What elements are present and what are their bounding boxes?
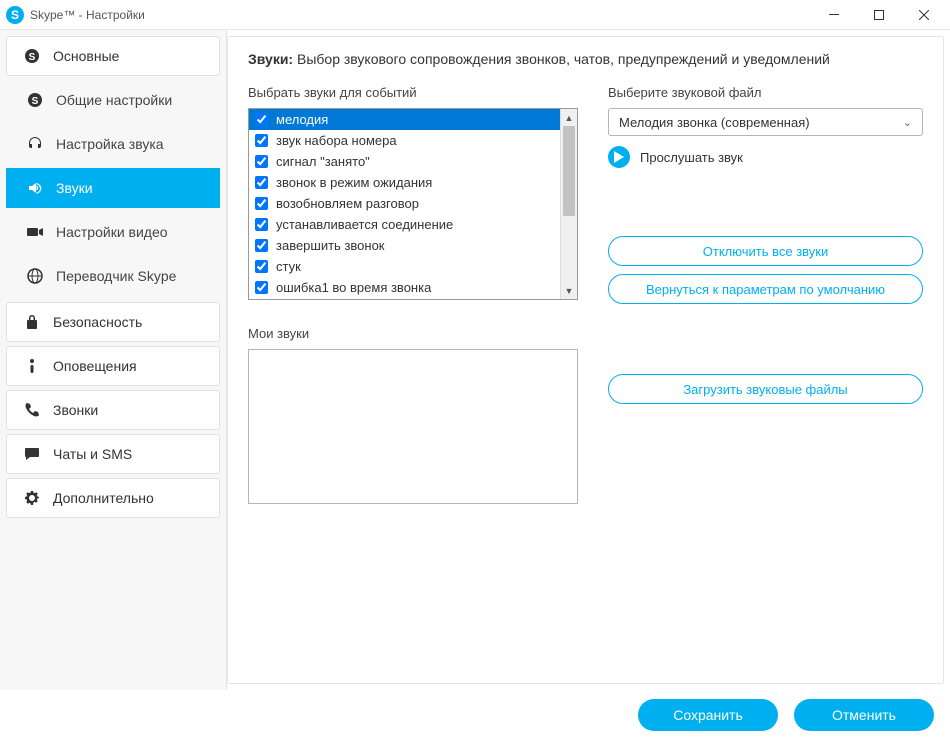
- event-checkbox[interactable]: [255, 218, 268, 231]
- event-label: стук: [276, 259, 301, 274]
- sidebar-item-label: Переводчик Skype: [56, 268, 176, 284]
- upload-sounds-button[interactable]: Загрузить звуковые файлы: [608, 374, 923, 404]
- scroll-down-icon[interactable]: ▼: [561, 282, 577, 299]
- event-label: звук набора номера: [276, 133, 397, 148]
- event-label: мелодия: [276, 112, 328, 127]
- sidebar-item-video-settings[interactable]: Настройки видео: [6, 212, 220, 252]
- scroll-up-icon[interactable]: ▲: [561, 109, 577, 126]
- skype-icon: S: [21, 48, 43, 64]
- titlebar: S Skype™ - Настройки: [0, 0, 950, 30]
- event-row[interactable]: сигнал "занято": [249, 151, 560, 172]
- event-label: завершить звонок: [276, 238, 385, 253]
- phone-icon: [21, 402, 43, 418]
- sidebar-section-calls[interactable]: Звонки: [6, 390, 220, 430]
- play-label: Прослушать звук: [640, 150, 743, 165]
- event-row[interactable]: стук: [249, 256, 560, 277]
- disable-all-button[interactable]: Отключить все звуки: [608, 236, 923, 266]
- globe-icon: [24, 268, 46, 284]
- gear-icon: [21, 490, 43, 506]
- sidebar-item-label: Настройки видео: [56, 224, 168, 240]
- sidebar-section-label: Звонки: [53, 402, 98, 418]
- headset-icon: [24, 136, 46, 152]
- event-label: сигнал "занято": [276, 154, 370, 169]
- event-row[interactable]: завершить звонок: [249, 235, 560, 256]
- window-title: Skype™ - Настройки: [30, 8, 145, 22]
- main-panel: Звуки: Выбор звукового сопровождения зво…: [227, 36, 944, 684]
- svg-text:S: S: [32, 96, 39, 107]
- scroll-thumb[interactable]: [563, 126, 575, 216]
- event-row[interactable]: устанавливается соединение: [249, 214, 560, 235]
- chat-icon: [21, 446, 43, 462]
- sound-file-select[interactable]: Мелодия звонка (современная) ⌄: [608, 108, 923, 136]
- maximize-button[interactable]: [856, 1, 901, 29]
- sidebar: S Основные S Общие настройки Настройка з…: [0, 30, 227, 690]
- sidebar-item-label: Звуки: [56, 180, 93, 196]
- event-row[interactable]: мелодия: [249, 109, 560, 130]
- event-label: звонок в режим ожидания: [276, 175, 432, 190]
- sidebar-section-security[interactable]: Безопасность: [6, 302, 220, 342]
- event-checkbox[interactable]: [255, 134, 268, 147]
- sidebar-section-label: Чаты и SMS: [53, 446, 132, 462]
- svg-text:S: S: [29, 52, 36, 63]
- info-icon: [21, 358, 43, 374]
- sidebar-item-sounds[interactable]: Звуки: [6, 168, 220, 208]
- footer: Сохранить Отменить: [0, 690, 950, 740]
- event-label: возобновляем разговор: [276, 196, 419, 211]
- event-checkbox[interactable]: [255, 113, 268, 126]
- play-icon: [614, 151, 624, 163]
- sidebar-section-label: Оповещения: [53, 358, 137, 374]
- event-checkbox[interactable]: [255, 239, 268, 252]
- event-row[interactable]: ошибка1 во время звонка: [249, 277, 560, 298]
- cancel-button[interactable]: Отменить: [794, 699, 934, 731]
- select-value: Мелодия звонка (современная): [619, 115, 810, 130]
- my-sounds-listbox[interactable]: [248, 349, 578, 504]
- minimize-button[interactable]: [811, 1, 856, 29]
- sidebar-section-advanced[interactable]: Дополнительно: [6, 478, 220, 518]
- close-button[interactable]: [901, 1, 946, 29]
- event-checkbox[interactable]: [255, 260, 268, 273]
- speaker-icon: [24, 180, 46, 196]
- chevron-down-icon: ⌄: [903, 116, 912, 129]
- sidebar-section-general[interactable]: S Основные: [6, 36, 220, 76]
- sidebar-section-label: Безопасность: [53, 314, 142, 330]
- lock-icon: [21, 314, 43, 330]
- event-row[interactable]: возобновляем разговор: [249, 193, 560, 214]
- panel-heading: Звуки: Выбор звукового сопровождения зво…: [248, 51, 923, 67]
- file-label: Выберите звуковой файл: [608, 85, 923, 100]
- sidebar-item-label: Настройка звука: [56, 136, 164, 152]
- reset-defaults-button[interactable]: Вернуться к параметрам по умолчанию: [608, 274, 923, 304]
- camera-icon: [24, 224, 46, 240]
- sidebar-section-label: Основные: [53, 48, 119, 64]
- skype-logo-icon: S: [6, 6, 24, 24]
- event-label: ошибка1 во время звонка: [276, 280, 431, 295]
- sidebar-item-audio-settings[interactable]: Настройка звука: [6, 124, 220, 164]
- play-button[interactable]: [608, 146, 630, 168]
- sidebar-item-label: Общие настройки: [56, 92, 172, 108]
- event-checkbox[interactable]: [255, 281, 268, 294]
- my-sounds-label: Мои звуки: [248, 326, 578, 341]
- sidebar-section-chats[interactable]: Чаты и SMS: [6, 434, 220, 474]
- events-listbox[interactable]: мелодия звук набора номера сигнал "занято"…: [248, 108, 578, 300]
- scrollbar[interactable]: ▲ ▼: [560, 109, 577, 299]
- sidebar-section-notifications[interactable]: Оповещения: [6, 346, 220, 386]
- event-row[interactable]: звук набора номера: [249, 130, 560, 151]
- skype-icon: S: [24, 92, 46, 108]
- event-label: устанавливается соединение: [276, 217, 453, 232]
- sidebar-section-label: Дополнительно: [53, 490, 154, 506]
- events-label: Выбрать звуки для событий: [248, 85, 578, 100]
- sidebar-item-translator[interactable]: Переводчик Skype: [6, 256, 220, 296]
- window-controls: [811, 1, 946, 29]
- save-button[interactable]: Сохранить: [638, 699, 778, 731]
- sidebar-item-general-settings[interactable]: S Общие настройки: [6, 80, 220, 120]
- event-checkbox[interactable]: [255, 176, 268, 189]
- event-checkbox[interactable]: [255, 197, 268, 210]
- event-checkbox[interactable]: [255, 155, 268, 168]
- event-row[interactable]: звонок в режим ожидания: [249, 172, 560, 193]
